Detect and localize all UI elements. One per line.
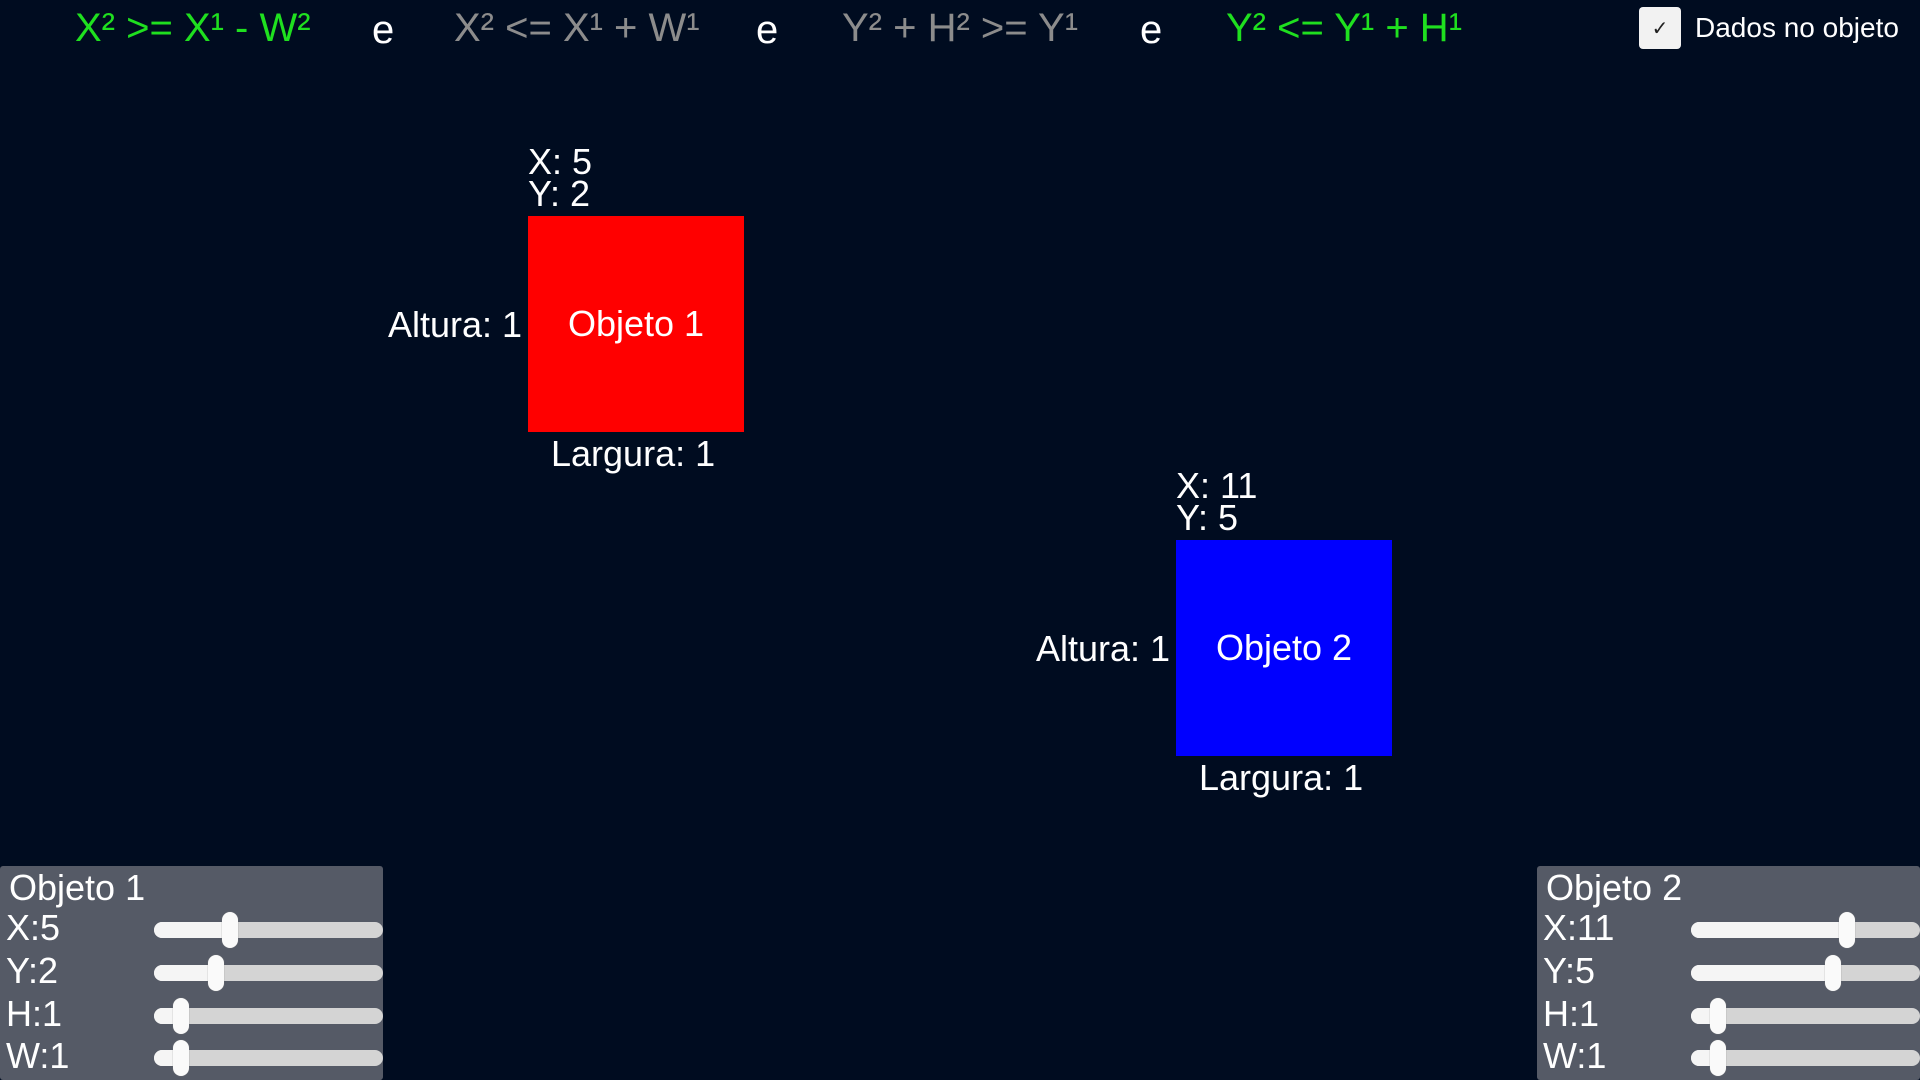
object1-h-label: H:1 [6,993,63,1034]
object2-width-label: Largura: 1 [1199,757,1364,798]
condition-2: X² <= X¹ + W¹ [454,6,700,50]
conjunction-1: e [372,8,395,52]
condition-4: Y² <= Y¹ + H¹ [1226,6,1463,50]
object1-y-slider[interactable] [154,955,383,991]
object2-control-panel: Objeto 2 X:11 Y:5 H:1 W:1 [1537,866,1920,1080]
conjunction-2: e [756,8,779,52]
object2-x-slider[interactable] [1691,912,1920,948]
conjunction-3: e [1140,8,1163,52]
slider-handle[interactable] [1839,912,1855,948]
slider-handle[interactable] [1825,955,1841,991]
object1-x-label: X:5 [6,907,61,948]
slider-handle[interactable] [173,1040,189,1076]
object1-panel-title: Objeto 1 [9,867,146,908]
object2-y-row: Y:5 [1537,951,1920,991]
slider-handle[interactable] [222,912,238,948]
object1-h-slider[interactable] [154,998,383,1034]
object2-y-label: Y:5 [1543,950,1596,991]
object1-w-row: W:1 [0,1036,383,1076]
slider-handle[interactable] [173,998,189,1034]
object1-height-label: Altura: 1 [388,304,523,345]
condition-1: X² >= X¹ - W² [75,6,311,50]
object1-w-slider[interactable] [154,1040,383,1076]
object2-h-slider[interactable] [1691,998,1920,1034]
checkmark-icon: ✓ [1651,17,1669,40]
object2-w-label: W:1 [1543,1035,1607,1076]
data-on-object-label: Dados no objeto [1695,12,1899,43]
object2-label: Objeto 2 [1215,627,1353,668]
object1-y-row: Y:2 [0,951,383,991]
slider-handle[interactable] [1710,1040,1726,1076]
object2-h-row: H:1 [1537,994,1920,1034]
object2-y-readout: Y: 5 [1176,497,1239,538]
data-on-object-checkbox[interactable]: ✓ [1639,7,1681,49]
object1-square[interactable]: Objeto 1 [528,216,744,432]
object2-w-slider[interactable] [1691,1040,1920,1076]
object1-y-readout: Y: 2 [528,173,591,214]
slider-handle[interactable] [208,955,224,991]
object2-square[interactable]: Objeto 2 [1176,540,1392,756]
slider-fill [1691,965,1833,981]
slider-fill [154,922,230,938]
data-on-object-toggle[interactable]: ✓ Dados no objeto [1639,6,1899,50]
object2-w-row: W:1 [1537,1036,1920,1076]
object1-width-label: Largura: 1 [551,433,716,474]
object1-x-row: X:5 [0,908,383,948]
object1-x-slider[interactable] [154,912,383,948]
slider-fill [1691,922,1847,938]
object1-label: Objeto 1 [567,303,705,344]
object1-h-row: H:1 [0,994,383,1034]
object2-x-row: X:11 [1537,908,1920,948]
object2-height-label: Altura: 1 [1036,628,1171,669]
object2-panel-title: Objeto 2 [1546,867,1683,908]
object2-h-label: H:1 [1543,993,1600,1034]
object2-y-slider[interactable] [1691,955,1920,991]
slider-handle[interactable] [1710,998,1726,1034]
slider-fill [154,965,216,981]
object1-control-panel: Objeto 1 X:5 Y:2 H:1 W:1 [0,866,383,1080]
object2-x-label: X:11 [1543,907,1615,948]
object1-y-label: Y:2 [6,950,59,991]
condition-3: Y² + H² >= Y¹ [842,6,1079,50]
object1-w-label: W:1 [6,1035,70,1076]
stage: X² >= X¹ - W² e X² <= X¹ + W¹ e Y² + H² … [0,0,1920,1080]
